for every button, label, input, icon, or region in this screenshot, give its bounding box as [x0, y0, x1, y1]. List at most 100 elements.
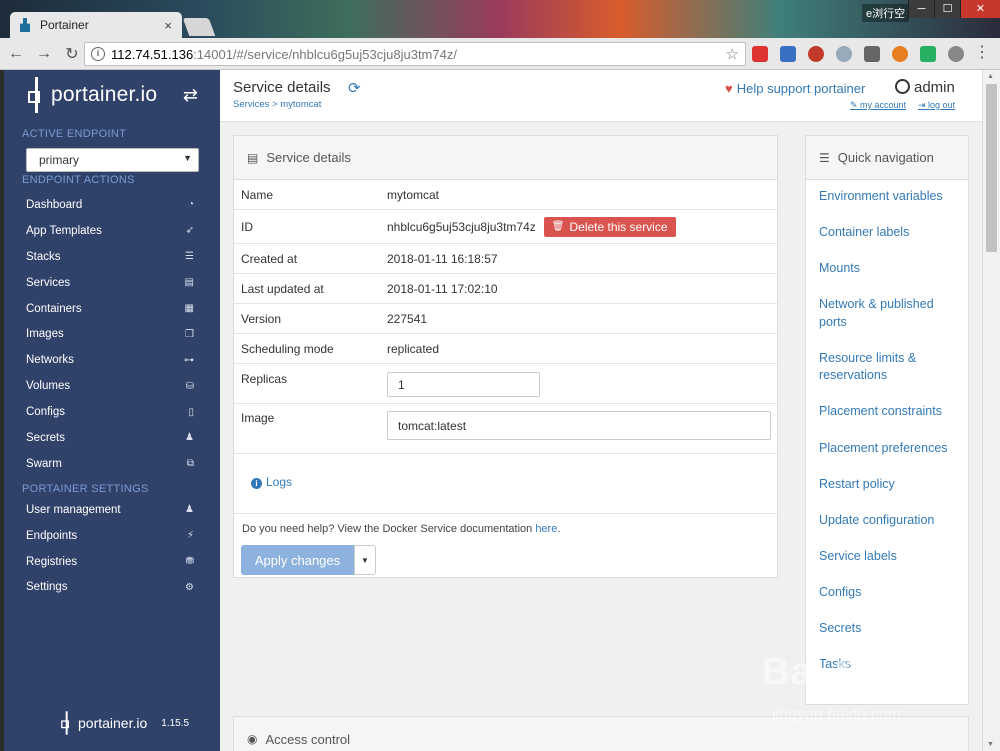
refresh-icon[interactable]: ⟳: [348, 79, 361, 97]
quick-nav-network-and-published-ports[interactable]: Network & published ports: [819, 296, 964, 331]
window-close-button[interactable]: ✕: [960, 0, 1000, 18]
endpoint-select-value: primary: [39, 153, 80, 167]
exchange-icon[interactable]: ⇄: [183, 85, 198, 106]
bookmark-star-icon[interactable]: ☆: [726, 45, 739, 63]
detail-row-name: Name mytomcat: [234, 180, 777, 210]
detail-key: Image: [241, 411, 275, 425]
portainer-settings-list: User management ♟ Endpoints ⚡ Registries ⛃ Set…: [4, 497, 220, 601]
heart-icon: ♥: [725, 81, 733, 96]
extension-icon[interactable]: [836, 46, 852, 62]
sidebar-item-label: Swarm: [26, 457, 62, 470]
browser-menu-icon[interactable]: ⋮: [974, 45, 990, 61]
new-tab-button[interactable]: [182, 18, 216, 36]
sidebar-logo[interactable]: portainer.io ⇄: [4, 70, 220, 120]
help-support-link[interactable]: ♥ Help support portainer: [725, 81, 865, 96]
breadcrumb[interactable]: Services > mytomcat: [233, 99, 321, 110]
apply-options-caret-icon[interactable]: ▼: [354, 545, 376, 575]
sidebar-item-stacks[interactable]: Stacks ☰: [4, 244, 220, 270]
detail-row-updated: Last updated at 2018-01-11 17:02:10: [234, 274, 777, 304]
scrollbar-thumb[interactable]: [986, 84, 997, 252]
sidebar-item-label: Dashboard: [26, 198, 83, 211]
quick-nav-service-labels[interactable]: Service labels: [819, 548, 964, 566]
endpoint-select[interactable]: primary ▼: [26, 148, 199, 172]
sidebar-item-registries[interactable]: Registries ⛃: [4, 549, 220, 575]
username: admin: [914, 79, 955, 96]
tab-close-icon[interactable]: ×: [164, 18, 172, 33]
docs-here-link[interactable]: here: [535, 523, 557, 535]
extension-icon[interactable]: [892, 46, 908, 62]
tab-title: Portainer: [40, 18, 89, 32]
sidebar-item-volumes[interactable]: Volumes ⛁: [4, 373, 220, 399]
list-alt-icon: ▤: [247, 150, 259, 165]
forward-arrow-icon[interactable]: →: [32, 45, 56, 63]
log-out-link[interactable]: ⇥ log out: [918, 100, 955, 111]
page-scrollbar[interactable]: ▲ ▼: [982, 70, 1000, 751]
user-circle-icon: [895, 79, 910, 94]
scroll-down-icon[interactable]: ▼: [987, 741, 994, 748]
reload-icon[interactable]: ↻: [60, 44, 84, 64]
footer-logo-text: portainer.io: [78, 715, 148, 731]
address-bar[interactable]: i 112.74.51.136:14001/#/service/nhblcu6g…: [84, 42, 746, 66]
updated-at-value: 2018-01-11 17:02:10: [387, 281, 498, 296]
quick-navigation-title: Quick navigation: [837, 150, 934, 165]
detail-key: Name: [241, 187, 274, 202]
delete-service-button[interactable]: 🗑 Delete this service: [543, 216, 676, 237]
extension-icon[interactable]: [920, 46, 936, 62]
logs-link[interactable]: i Logs: [251, 475, 292, 489]
detail-row-id: ID nhblcu6g5uj53cju8ju3tm74z 🗑 Delete thi…: [234, 210, 777, 244]
list-icon: ☰: [185, 251, 194, 263]
extension-icon[interactable]: [752, 46, 768, 62]
back-arrow-icon[interactable]: ←: [4, 45, 28, 63]
quick-nav-secrets[interactable]: Secrets: [819, 620, 964, 638]
scroll-up-icon[interactable]: ▲: [987, 73, 994, 80]
user-menu: admin: [895, 79, 955, 96]
my-account-link[interactable]: ✎ my account: [850, 100, 906, 111]
sidebar-item-networks[interactable]: Networks ⊶: [4, 347, 220, 373]
sidebar-item-services[interactable]: Services ▤: [4, 270, 220, 296]
sidebar-item-images[interactable]: Images ❐: [4, 321, 220, 347]
endpoint-actions-heading: ENDPOINT ACTIONS: [22, 174, 135, 186]
url-path: :14001/#/service/nhblcu6g5uj53cju8ju3tm7…: [193, 46, 457, 62]
apply-changes-button[interactable]: Apply changes: [241, 545, 354, 575]
quick-navigation-list: Environment variables Container labels Mou…: [806, 180, 968, 674]
extension-icon[interactable]: [948, 46, 964, 62]
sidebar-item-containers[interactable]: Containers ▦: [4, 296, 220, 322]
quick-nav-configs[interactable]: Configs: [819, 584, 964, 602]
quick-nav-update-configuration[interactable]: Update configuration: [819, 512, 964, 530]
quick-nav-placement-preferences[interactable]: Placement preferences: [819, 440, 964, 458]
quick-nav-restart-policy[interactable]: Restart policy: [819, 476, 964, 494]
sidebar-item-label: App Templates: [26, 224, 102, 237]
sidebar-item-configs[interactable]: Configs ▯: [4, 399, 220, 425]
sidebar-item-app-templates[interactable]: App Templates ➶: [4, 218, 220, 244]
browser-tab[interactable]: Portainer ×: [10, 12, 182, 38]
sidebar-item-secrets[interactable]: Secrets ♟: [4, 425, 220, 451]
quick-nav-placement-constraints[interactable]: Placement constraints: [819, 403, 964, 421]
translate-extension-icon[interactable]: [780, 46, 796, 62]
extension-icon[interactable]: [864, 46, 880, 62]
quick-nav-environment-variables[interactable]: Environment variables: [819, 188, 964, 206]
site-info-icon[interactable]: i: [91, 47, 105, 61]
adblock-extension-icon[interactable]: [808, 46, 824, 62]
portainer-settings-heading: PORTAINER SETTINGS: [22, 482, 149, 495]
replicas-input[interactable]: 1: [387, 372, 540, 397]
detail-row-replicas: Replicas 1: [234, 364, 777, 404]
sidebar-item-settings[interactable]: Settings ⚙: [4, 574, 220, 600]
eye-icon: ◉: [247, 732, 258, 746]
minimize-button[interactable]: ─: [908, 0, 934, 18]
quick-nav-mounts[interactable]: Mounts: [819, 260, 964, 278]
maximize-button[interactable]: ☐: [934, 0, 960, 18]
page-header: Service details ⟳ Services > mytomcat ♥ H…: [220, 70, 982, 122]
quick-nav-resource-limits-and-reservations[interactable]: Resource limits & reservations: [819, 350, 964, 385]
sidebar-item-dashboard[interactable]: Dashboard ◔: [4, 192, 220, 218]
sidebar-item-user-management[interactable]: User management ♟: [4, 497, 220, 523]
active-endpoint-heading: ACTIVE ENDPOINT: [22, 128, 127, 140]
browser-titlebar: Portainer × e浏行空 ─ ☐ ✕: [0, 0, 1000, 38]
bars-icon: ☰: [819, 150, 830, 165]
service-details-panel-title: Service details: [266, 150, 351, 165]
sidebar-item-label: Images: [26, 328, 64, 341]
sidebar-item-swarm[interactable]: Swarm ⧉: [4, 451, 220, 477]
quick-nav-container-labels[interactable]: Container labels: [819, 224, 964, 242]
sidebar-item-endpoints[interactable]: Endpoints ⚡: [4, 523, 220, 549]
image-input[interactable]: tomcat:latest: [387, 411, 771, 440]
users-icon: ♟: [185, 504, 194, 516]
